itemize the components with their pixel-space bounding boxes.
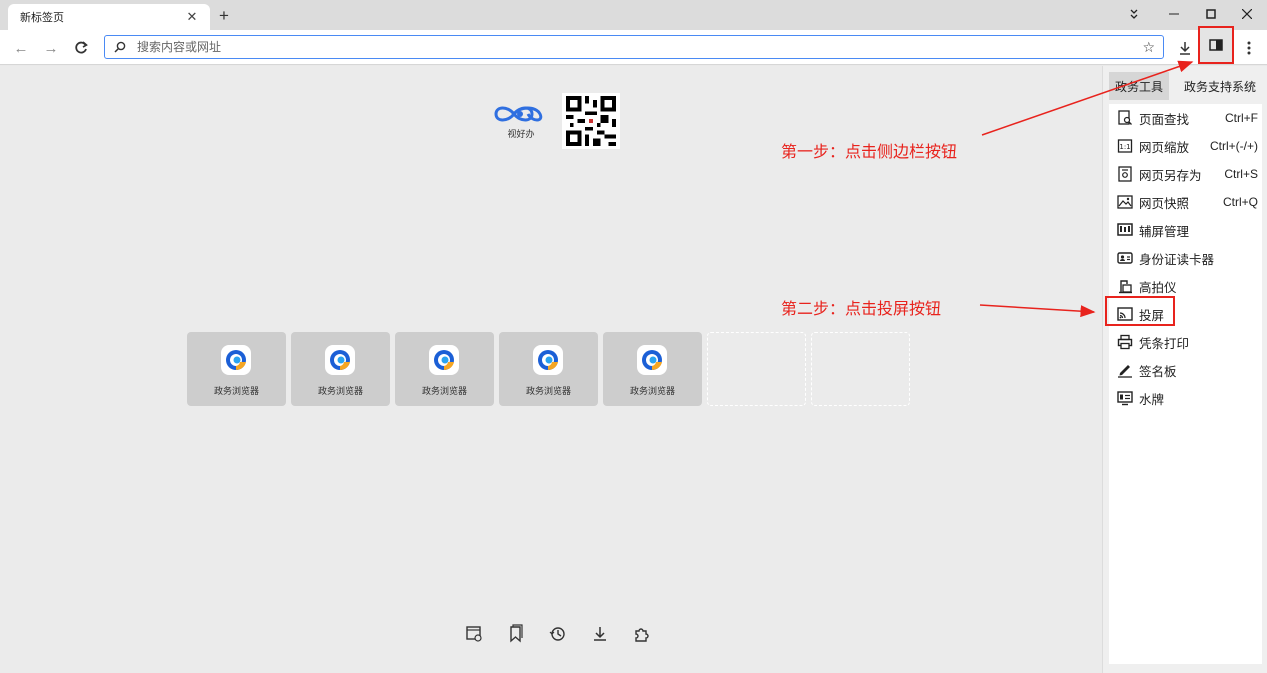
document-camera-icon xyxy=(1119,280,1132,294)
gov-browser-icon xyxy=(533,345,563,375)
tools-sidebar: 政务工具 政务支持系统 页面查找 Ctrl+F 1:1 网页缩放 Ctrl+(-… xyxy=(1102,66,1267,673)
sidebar-item-label: 签名板 xyxy=(1139,364,1177,379)
logo-text: 视好办 xyxy=(507,129,535,139)
sidebar-item-save-as[interactable]: 网页另存为 Ctrl+S xyxy=(1109,160,1262,188)
tile-label: 政务浏览器 xyxy=(525,386,571,396)
shortcut-tile[interactable]: 政务浏览器 xyxy=(187,332,286,406)
shortcut-text: Ctrl+Q xyxy=(1222,195,1258,209)
shortcut-text: Ctrl+F xyxy=(1225,111,1258,125)
sidebar-item-id-card-reader[interactable]: 身份证读卡器 xyxy=(1109,244,1262,272)
sidebar-item-label: 网页缩放 xyxy=(1139,140,1190,155)
menu-icon[interactable] xyxy=(1237,36,1261,60)
tile-label: 政务浏览器 xyxy=(421,386,467,396)
printer-icon xyxy=(1117,334,1133,350)
sidebar-item-label: 身份证读卡器 xyxy=(1139,252,1215,267)
sidebar-item-label: 辅屏管理 xyxy=(1139,224,1190,239)
sidebar-item-page-find[interactable]: 页面查找 Ctrl+F xyxy=(1109,104,1262,132)
tab-title: 新标签页 xyxy=(20,12,64,24)
sidebar-tool-list: 页面查找 Ctrl+F 1:1 网页缩放 Ctrl+(-/+) 网页另存为 Ct… xyxy=(1105,104,1262,664)
sidebar-toggle-button[interactable] xyxy=(1198,26,1234,64)
step2-annotation: 第二步：点击投屏按钮 xyxy=(781,301,942,318)
shortcut-text: Ctrl+(-/+) xyxy=(1210,139,1258,153)
shortcut-tile[interactable]: 政务浏览器 xyxy=(499,332,598,406)
search-icon xyxy=(114,41,126,53)
download-icon[interactable] xyxy=(1173,36,1197,60)
toolbar: ← → ☆ xyxy=(0,30,1267,65)
svg-text:1:1: 1:1 xyxy=(1119,143,1130,151)
tile-label: 政务浏览器 xyxy=(629,386,675,396)
shortcut-text: Ctrl+S xyxy=(1224,167,1258,181)
shortcut-tile[interactable]: 政务浏览器 xyxy=(395,332,494,406)
step1-annotation: 第一步：点击侧边栏按钮 xyxy=(781,144,958,161)
sidebar-item-snapshot[interactable]: 网页快照 Ctrl+Q xyxy=(1109,188,1262,216)
sidebar-panel-icon xyxy=(1209,39,1223,51)
shortcut-tile[interactable]: 政务浏览器 xyxy=(291,332,390,406)
secondary-screen-icon xyxy=(1117,223,1133,236)
gov-browser-icon xyxy=(429,345,459,375)
close-tab-icon[interactable]: ✕ xyxy=(184,9,200,25)
history-icon[interactable] xyxy=(548,624,568,644)
sidebar-item-label: 网页另存为 xyxy=(1139,168,1202,183)
settings-window-icon[interactable] xyxy=(464,624,484,644)
search-input[interactable] xyxy=(137,40,1143,54)
empty-shortcut-slot[interactable] xyxy=(811,332,910,406)
zoom-icon: 1:1 xyxy=(1117,139,1133,153)
new-tab-button[interactable]: + xyxy=(214,6,234,26)
sidebar-tabs: 政务工具 政务支持系统 xyxy=(1109,72,1263,100)
downloads-icon[interactable] xyxy=(590,624,610,644)
forward-button[interactable]: → xyxy=(40,37,62,59)
cast-highlight-box xyxy=(1105,296,1175,326)
browser-tab[interactable]: 新标签页 ✕ xyxy=(8,4,210,30)
tile-label: 政务浏览器 xyxy=(213,386,259,396)
sidebar-item-display-board[interactable]: 水牌 xyxy=(1109,384,1262,412)
gov-browser-icon xyxy=(637,345,667,375)
sidebar-item-secondary-screen[interactable]: 辅屏管理 xyxy=(1109,216,1262,244)
sidebar-item-label: 凭条打印 xyxy=(1139,336,1190,351)
tab-search-icon[interactable] xyxy=(1120,4,1148,24)
gov-browser-icon xyxy=(325,345,355,375)
id-card-reader-icon xyxy=(1117,252,1133,264)
back-button[interactable]: ← xyxy=(10,37,32,59)
signature-pen-icon xyxy=(1118,365,1132,378)
display-board-icon xyxy=(1117,391,1133,406)
sidebar-item-label: 高拍仪 xyxy=(1139,280,1177,295)
bookmark-star-icon[interactable]: ☆ xyxy=(1142,39,1155,56)
bottom-quick-bar xyxy=(464,624,654,646)
maximize-button[interactable] xyxy=(1197,4,1225,24)
bookmarks-icon[interactable] xyxy=(506,624,526,644)
address-bar[interactable]: ☆ xyxy=(104,35,1164,59)
minimize-button[interactable] xyxy=(1160,4,1188,24)
close-window-button[interactable] xyxy=(1233,4,1261,24)
tab-gov-support-system[interactable]: 政务支持系统 xyxy=(1184,72,1256,100)
page-find-icon xyxy=(1118,110,1132,125)
sidebar-item-zoom[interactable]: 1:1 网页缩放 Ctrl+(-/+) xyxy=(1109,132,1262,160)
tab-strip: 新标签页 ✕ + xyxy=(0,0,1267,30)
reload-button[interactable] xyxy=(70,37,92,59)
sidebar-item-receipt-print[interactable]: 凭条打印 xyxy=(1109,328,1262,356)
empty-shortcut-slot[interactable] xyxy=(707,332,806,406)
extensions-icon[interactable] xyxy=(632,624,652,644)
snapshot-icon xyxy=(1117,195,1133,209)
tile-label: 政务浏览器 xyxy=(317,386,363,396)
gov-browser-icon xyxy=(221,345,251,375)
sidebar-item-label: 水牌 xyxy=(1139,392,1165,407)
sidebar-item-label: 页面查找 xyxy=(1139,112,1190,127)
tab-gov-tools[interactable]: 政务工具 xyxy=(1109,72,1170,100)
sidebar-item-label: 网页快照 xyxy=(1139,196,1190,211)
shortcut-tile[interactable]: 政务浏览器 xyxy=(603,332,702,406)
sidebar-item-signature-pad[interactable]: 签名板 xyxy=(1109,356,1262,384)
save-as-icon xyxy=(1118,166,1132,182)
qr-code-image xyxy=(562,93,620,149)
